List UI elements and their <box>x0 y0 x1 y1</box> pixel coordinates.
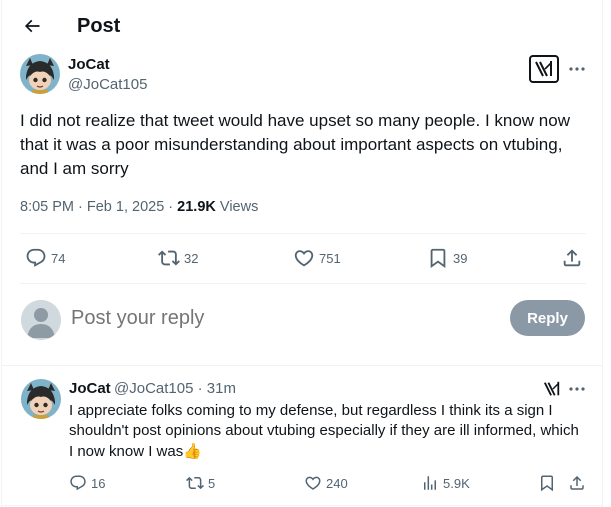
grok-button[interactable] <box>529 55 559 83</box>
views-icon <box>424 476 436 490</box>
divider <box>20 283 586 284</box>
page-title: Post <box>77 15 121 37</box>
repost-icon <box>186 476 204 490</box>
heart-icon <box>294 250 314 267</box>
bookmark-action[interactable]: 39 <box>427 247 467 269</box>
share-action[interactable] <box>561 247 583 269</box>
repost-icon <box>158 250 180 266</box>
like-count: 240 <box>326 475 348 491</box>
post-page: Post JoCat @JoCat105 I did not realize t… <box>1 0 603 507</box>
heart-icon <box>305 476 321 490</box>
repost-action[interactable]: 32 <box>158 247 198 269</box>
reply-author-avatar[interactable] <box>21 379 61 419</box>
more-icon <box>569 67 585 71</box>
back-button[interactable] <box>20 14 44 38</box>
tweet-text: I did not realize that tweet would have … <box>20 111 570 178</box>
share-action[interactable] <box>568 474 586 492</box>
share-icon <box>570 475 584 490</box>
tweet-timestamp[interactable]: 8:05 PM · Feb 1, 2025 · <box>20 199 177 215</box>
reply-count: 74 <box>51 250 66 266</box>
avatar-image <box>21 379 61 419</box>
reply-icon <box>70 475 86 491</box>
reply-author-name[interactable]: JoCat <box>69 380 111 398</box>
composer-avatar[interactable] <box>21 300 61 340</box>
grok-icon <box>535 61 552 77</box>
bookmark-action[interactable] <box>538 474 556 492</box>
divider <box>2 365 602 366</box>
author-name[interactable]: JoCat <box>68 56 110 74</box>
arrow-left-icon <box>24 19 40 33</box>
header: Post <box>2 0 602 52</box>
repost-count: 5 <box>208 475 216 491</box>
like-count: 751 <box>319 250 341 266</box>
views-count: 5.9K <box>443 475 470 491</box>
bookmark-icon <box>541 475 553 492</box>
more-icon <box>569 387 585 391</box>
thumbs-up-emoji: 👍 <box>183 442 202 460</box>
reply-action[interactable]: 16 <box>69 474 105 492</box>
tweet-meta: 8:05 PM · Feb 1, 2025 · 21.9K Views <box>20 197 258 217</box>
reply-text-body: I appreciate folks coming to my defense,… <box>69 402 579 460</box>
reply-icon <box>26 248 46 267</box>
grok-icon <box>543 381 560 396</box>
reply-button[interactable]: Reply <box>510 300 585 336</box>
views-action[interactable]: 5.9K <box>421 474 470 492</box>
divider <box>2 505 602 506</box>
reply-action[interactable]: 74 <box>25 247 65 269</box>
more-button[interactable] <box>567 379 587 399</box>
avatar-image <box>20 54 60 94</box>
reply-text: I appreciate folks coming to my defense,… <box>69 401 579 462</box>
reply-count: 16 <box>91 475 106 491</box>
avatar[interactable] <box>20 54 60 94</box>
reply-author-handle[interactable]: @JoCat105 · 31m <box>114 380 236 398</box>
bookmark-count: 39 <box>453 250 468 266</box>
repost-count: 32 <box>184 250 199 266</box>
like-action[interactable]: 751 <box>293 247 341 269</box>
reply-input[interactable] <box>71 304 491 332</box>
bookmark-icon <box>430 248 446 269</box>
views-count: 21.9K <box>177 199 216 215</box>
repost-action[interactable]: 5 <box>186 474 215 492</box>
share-icon <box>563 249 581 267</box>
default-avatar-icon <box>21 300 61 340</box>
views-label: Views <box>215 199 259 215</box>
author-handle[interactable]: @JoCat105 <box>68 76 147 94</box>
like-action[interactable]: 240 <box>304 474 348 492</box>
grok-button[interactable] <box>543 380 561 403</box>
divider <box>20 233 586 234</box>
more-button[interactable] <box>567 59 587 79</box>
